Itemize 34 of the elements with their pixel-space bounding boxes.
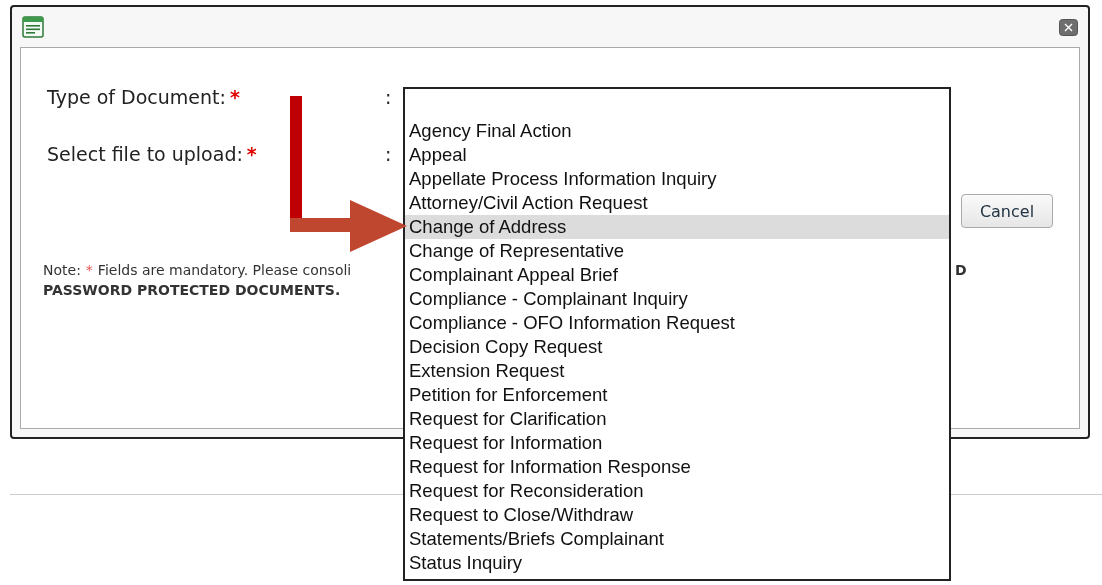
- note-label: Note:: [43, 262, 81, 278]
- cancel-button[interactable]: Cancel: [961, 194, 1053, 228]
- dropdown-option[interactable]: Appellate Process Information Inquiry: [405, 167, 949, 191]
- dropdown-option[interactable]: Request for Information: [405, 431, 949, 455]
- note-text: D: [955, 262, 967, 278]
- note-text: PASSWORD PROTECTED DOCUMENTS.: [43, 282, 342, 298]
- note-text: Fields are mandatory. Please consoli: [97, 262, 352, 278]
- dropdown-option[interactable]: Attorney/Civil Action Request: [405, 191, 949, 215]
- dropdown-option[interactable]: Request for Information Response: [405, 455, 949, 479]
- dropdown-list[interactable]: [403, 87, 951, 581]
- dropdown-option[interactable]: Appeal: [405, 143, 949, 167]
- required-mark: *: [85, 262, 93, 278]
- dropdown-option[interactable]: Compliance - Complainant Inquiry: [405, 287, 949, 311]
- dropdown-option[interactable]: Complainant Appeal Brief: [405, 263, 949, 287]
- dropdown-option[interactable]: Request for Reconsideration: [405, 479, 949, 503]
- required-mark: *: [246, 143, 257, 165]
- dropdown-option[interactable]: Agency Final Action: [405, 119, 949, 143]
- dropdown-option[interactable]: Status Inquiry: [405, 551, 949, 575]
- form-icon: [22, 16, 44, 38]
- separator: :: [385, 143, 392, 165]
- dropdown-option[interactable]: Extension Request: [405, 359, 949, 383]
- dropdown-option[interactable]: Petition for Enforcement: [405, 383, 949, 407]
- dropdown-option[interactable]: Change of Address: [405, 215, 949, 239]
- dropdown-option[interactable]: Compliance - OFO Information Request: [405, 311, 949, 335]
- dropdown-option[interactable]: Change of Representative: [405, 239, 949, 263]
- separator: :: [385, 86, 392, 108]
- dropdown-option[interactable]: Request to Close/Withdraw: [405, 503, 949, 527]
- dropdown-option[interactable]: Statements/Briefs Complainant: [405, 527, 949, 551]
- field-label: Type of Document:: [47, 86, 226, 108]
- dropdown-option[interactable]: Request for Clarification: [405, 407, 949, 431]
- dropdown-option[interactable]: Decision Copy Request: [405, 335, 949, 359]
- close-icon[interactable]: [1059, 18, 1078, 36]
- required-mark: *: [229, 86, 240, 108]
- field-label: Select file to upload:: [47, 143, 243, 165]
